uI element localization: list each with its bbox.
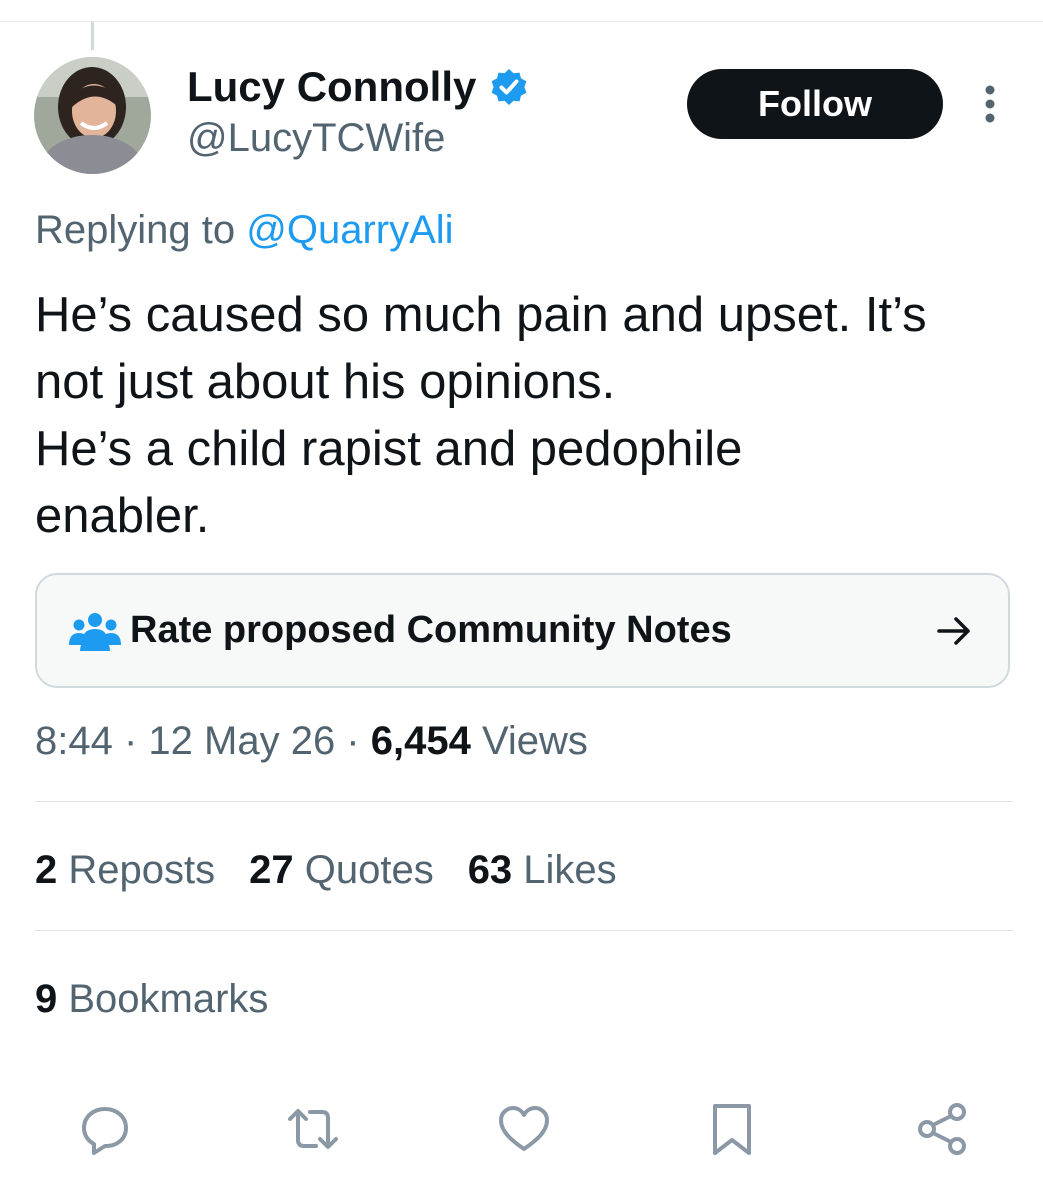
reply-icon[interactable] [78, 1102, 132, 1156]
tweet-date[interactable]: 12 May 26 [148, 719, 335, 763]
quotes-stat[interactable]: 27 Quotes [249, 848, 434, 892]
reply-mention-link[interactable]: @QuarryAli [246, 208, 453, 252]
divider [35, 930, 1013, 931]
reposts-label: Reposts [57, 848, 216, 892]
views-count: 6,454 [370, 719, 471, 763]
meta-separator: · [112, 719, 149, 763]
thread-connector-line [91, 22, 94, 50]
replying-to-line: Replying to @QuarryAli [35, 205, 454, 255]
tweet-meta: 8:44 · 12 May 26 · 6,454 Views [35, 716, 588, 766]
avatar[interactable] [34, 57, 151, 174]
bookmarks-count: 9 [35, 977, 58, 1021]
tweet-text-line: not just about his opinions. [35, 355, 616, 409]
community-notes-label: Rate proposed Community Notes [130, 609, 732, 651]
likes-label: Likes [512, 848, 617, 892]
likes-count: 63 [467, 848, 513, 892]
like-icon[interactable] [497, 1102, 551, 1156]
follow-button[interactable]: Follow [687, 69, 943, 139]
bookmarks-label: Bookmarks [57, 977, 269, 1021]
author-handle[interactable]: @LucyTCWife [187, 114, 445, 162]
views-label: Views [470, 719, 588, 763]
engagement-stats: 2 Reposts 27 Quotes 63 Likes [35, 845, 651, 895]
community-notes-card[interactable]: Rate proposed Community Notes [35, 573, 1010, 688]
bookmark-icon[interactable] [705, 1102, 759, 1156]
tweet-text-line: He’s caused so much pain and upset. It’s [35, 288, 927, 342]
repost-icon[interactable] [286, 1102, 340, 1156]
meta-separator: · [335, 719, 371, 763]
likes-stat[interactable]: 63 Likes [468, 848, 617, 892]
reposts-count: 2 [35, 848, 58, 892]
bookmarks-stat: 9 Bookmarks [35, 974, 268, 1024]
verified-badge-icon [491, 69, 527, 105]
divider [35, 801, 1013, 802]
tweet-text-line: He’s a child rapist and pedophile [35, 422, 743, 476]
share-icon[interactable] [915, 1102, 969, 1156]
arrow-right-icon [937, 617, 970, 645]
tweet-time[interactable]: 8:44 [35, 719, 113, 763]
replying-to-label: Replying to [35, 208, 247, 252]
quotes-count: 27 [249, 848, 294, 892]
author-display-name[interactable]: Lucy Connolly [187, 62, 476, 112]
quotes-label: Quotes [293, 848, 434, 892]
reposts-stat[interactable]: 2 Reposts [35, 848, 215, 892]
tweet-text-line: enabler. [35, 489, 210, 543]
tweet-text: He’s caused so much pain and upset. It’s… [35, 282, 1025, 550]
people-icon [69, 613, 121, 651]
top-divider [0, 21, 1043, 22]
more-options-icon[interactable] [976, 84, 1004, 124]
